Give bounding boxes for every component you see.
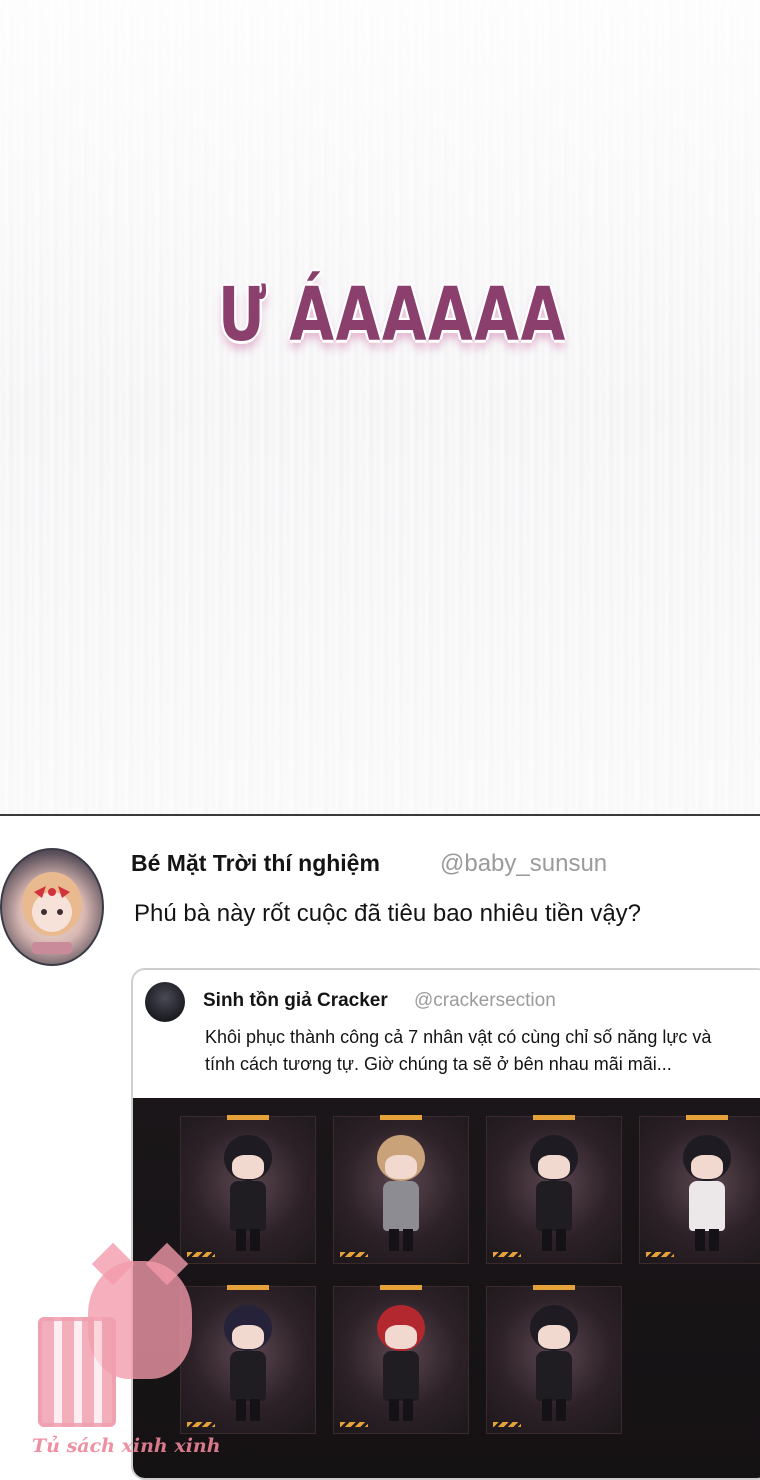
user-avatar[interactable] xyxy=(0,848,104,966)
quoted-post-text: Khôi phục thành công cả 7 nhân vật có cù… xyxy=(205,1027,712,1074)
watermark-logo: Tủ sách xinh xinh xyxy=(30,1255,221,1470)
character-figure xyxy=(526,1135,582,1253)
post-display-name[interactable]: Bé Mặt Trời thí nghiệm xyxy=(131,850,380,877)
character-figure xyxy=(220,1305,276,1423)
quoted-display-name[interactable]: Sinh tồn giả Cracker xyxy=(203,990,388,1012)
avatar-icon xyxy=(22,872,82,954)
character-figure xyxy=(526,1305,582,1423)
watermark-text: Tủ sách xinh xinh xyxy=(32,1435,221,1457)
post-text: Phú bà này rốt cuộc đã tiêu bao nhiêu ti… xyxy=(134,900,642,927)
character-figure xyxy=(373,1135,429,1253)
quoted-avatar[interactable] xyxy=(145,982,185,1022)
character-figure xyxy=(373,1305,429,1423)
post-handle[interactable]: @baby_sunsun xyxy=(440,850,607,878)
character-tile xyxy=(333,1115,469,1264)
character-tile xyxy=(180,1115,316,1264)
character-tile xyxy=(639,1115,760,1264)
quoted-post-card[interactable]: Sinh tồn giả Cracker @crackersection Khô… xyxy=(131,968,760,1480)
panel-divider xyxy=(0,814,760,816)
character-figure xyxy=(220,1135,276,1253)
character-tile xyxy=(333,1285,469,1434)
quoted-handle[interactable]: @crackersection xyxy=(414,990,556,1012)
books-icon xyxy=(38,1317,116,1427)
manga-panel xyxy=(0,0,760,815)
character-grid-image[interactable] xyxy=(133,1098,760,1478)
character-figure xyxy=(679,1135,735,1253)
character-tile xyxy=(486,1115,622,1264)
character-tile xyxy=(486,1285,622,1434)
sound-effect-text: Ư ÁAAAAA xyxy=(218,272,567,358)
